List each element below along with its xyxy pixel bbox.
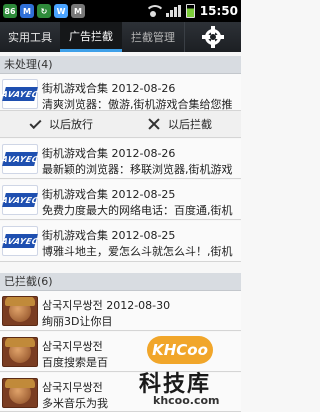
- item-title: 街机游戏合集 2012-08-26: [42, 82, 176, 95]
- app-thumbnail: AVAYEC: [0, 185, 40, 215]
- item-description: 百度搜索是百: [42, 356, 108, 369]
- list-item[interactable]: AVAYEC 街机游戏合集 2012-08-26 清爽浏览器：傲游,街机游戏合集…: [0, 74, 241, 111]
- battery-icon: [185, 4, 195, 18]
- app-thumbnail: AVAYEC: [0, 226, 40, 256]
- watermark: KHCoo 科技库 khcoo.com: [125, 328, 241, 412]
- check-icon: [29, 116, 42, 129]
- tab-bar: 实用工具 广告拦截 拦截管理: [0, 22, 241, 52]
- tab-ad-block[interactable]: 广告拦截: [60, 22, 122, 52]
- item-title: 街机游戏合集 2012-08-25: [42, 229, 176, 242]
- item-title: 街机游戏合集 2012-08-25: [42, 188, 176, 201]
- app-thumbnail: [2, 296, 38, 326]
- watermark-url: khcoo.com: [153, 394, 220, 407]
- list-item[interactable]: AVAYEC 街机游戏合集 2012-08-25 博雅斗地主，爱怎么斗就怎么斗！…: [0, 221, 241, 262]
- item-title: 삼국지무쌍전 2012-08-30: [42, 299, 171, 312]
- item-description: 最新颖的浏览器：移联浏览器,街机游戏: [42, 163, 233, 176]
- watermark-logo: KHCoo: [147, 336, 213, 364]
- message-icon: M: [20, 4, 34, 18]
- section-header-pending: 未处理(4): [0, 56, 241, 74]
- item-title: 街机游戏合集 2012-08-26: [42, 147, 176, 160]
- block-later-button[interactable]: 以后拦截: [148, 116, 212, 132]
- item-description: 免费力度最大的网络电话：百度通,街机: [42, 204, 233, 217]
- item-actions: 以后放行 以后拦截: [0, 111, 241, 138]
- settings-button[interactable]: [184, 22, 241, 52]
- allow-later-button[interactable]: 以后放行: [29, 116, 93, 132]
- gear-icon: [202, 26, 224, 48]
- signal-icon: [165, 5, 181, 17]
- app-thumbnail: [2, 378, 38, 408]
- app-notification-icon: W: [54, 4, 68, 18]
- item-title: 삼국지무쌍전: [42, 340, 103, 353]
- notification-badge-icon: 86: [3, 4, 17, 18]
- item-description: 清爽浏览器：傲游,街机游戏合集给您推: [42, 98, 233, 111]
- wifi-icon: [144, 5, 165, 17]
- list-item[interactable]: AVAYEC 街机游戏合集 2012-08-26 最新颖的浏览器：移联浏览器,街…: [0, 139, 241, 179]
- section-header-blocked: 已拦截(6): [0, 273, 241, 291]
- app-thumbnail: [2, 337, 38, 367]
- sync-icon: ↻: [37, 4, 51, 18]
- close-icon: [148, 118, 160, 130]
- tab-block-manage[interactable]: 拦截管理: [122, 22, 184, 52]
- tab-tools[interactable]: 实用工具: [0, 22, 60, 52]
- list-item[interactable]: 삼국지무쌍전 2012-08-30 绚丽3D让你目: [0, 291, 241, 331]
- app-thumbnail: AVAYEC: [0, 79, 40, 109]
- item-description: 绚丽3D让你目: [42, 315, 113, 328]
- allow-later-label: 以后放行: [49, 118, 93, 131]
- item-description: 博雅斗地主，爱怎么斗就怎么斗！,街机: [42, 245, 233, 258]
- mail-icon: M: [71, 4, 85, 18]
- app-thumbnail: AVAYEC: [0, 144, 40, 174]
- item-title: 삼국지무쌍전: [42, 381, 103, 394]
- clock: 15:50: [199, 4, 238, 18]
- status-bar: 86 M ↻ W M 15:50: [0, 0, 241, 22]
- list-item[interactable]: AVAYEC 街机游戏合集 2012-08-25 免费力度最大的网络电话：百度通…: [0, 180, 241, 220]
- block-later-label: 以后拦截: [168, 118, 212, 131]
- item-description: 多米音乐为我: [42, 397, 108, 410]
